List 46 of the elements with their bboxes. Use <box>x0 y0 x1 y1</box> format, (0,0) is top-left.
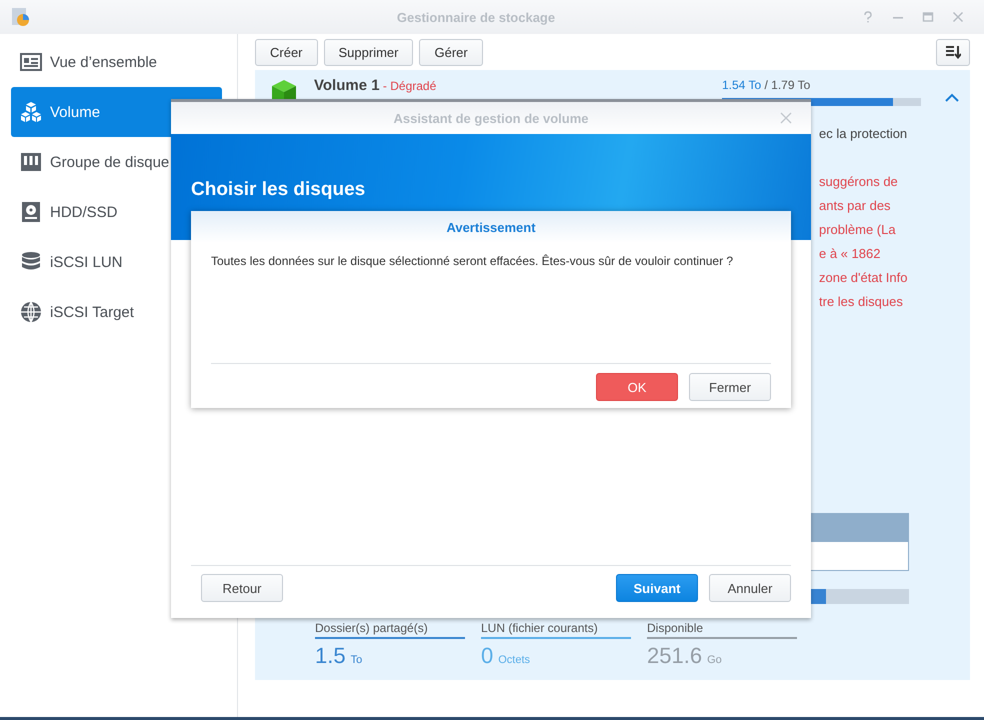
sort-button[interactable] <box>936 38 970 66</box>
sidebar-item[interactable]: Vue d’ensemble <box>11 37 222 87</box>
dialog-title: Assistant de gestion de volume <box>393 110 589 126</box>
sort-icon <box>945 45 961 59</box>
globe-icon <box>20 301 42 323</box>
volume-name: Volume 1 <box>314 77 380 94</box>
dialog-button[interactable]: Annuler <box>709 574 791 602</box>
cubes-icon <box>20 101 42 123</box>
stat-label: Dossier(s) partagé(s) <box>315 621 429 635</box>
volume-status: - Dégradé <box>382 79 436 93</box>
maximize-icon[interactable] <box>922 11 934 23</box>
description-text: problème (La <box>819 221 896 239</box>
dialog-title: Avertissement <box>446 220 536 234</box>
toolbar-button[interactable]: Gérer <box>419 38 483 66</box>
stat-label: LUN (fichier courants) <box>481 621 599 635</box>
close-icon[interactable] <box>952 11 964 23</box>
stat-value: 251.6 <box>647 643 702 668</box>
toolbar-button[interactable]: Supprimer <box>324 38 414 66</box>
overview-icon <box>20 51 42 73</box>
stat-unit: Octets <box>498 654 530 666</box>
description-text: tre les disques <box>819 293 903 311</box>
sidebar-item[interactable]: iSCSI Target <box>11 287 222 337</box>
hard-drive-icon <box>20 201 42 223</box>
stat-label: Disponible <box>647 621 704 635</box>
dialog-button[interactable]: Retour <box>201 574 283 602</box>
window-title: Gestionnaire de stockage <box>396 10 556 24</box>
description-text: suggérons de <box>819 173 898 191</box>
wizard-heading: Choisir les disques <box>191 179 366 201</box>
description-text: e à « 1862 <box>819 245 880 263</box>
description-text: ants par des <box>819 197 891 215</box>
description-text: zone d'état Info <box>819 269 908 287</box>
stat-value: 0 <box>481 643 494 668</box>
used-capacity: 1.54 To <box>722 78 762 92</box>
toolbar-button[interactable]: Créer <box>255 38 318 66</box>
total-capacity: / 1.79 To <box>763 78 810 92</box>
description-text: ec la protection <box>819 125 908 143</box>
close-icon[interactable] <box>780 112 792 124</box>
stat-value: 1.5 <box>315 643 346 668</box>
help-icon[interactable] <box>862 11 874 23</box>
warning-message: Toutes les données sur le disque sélectionné seront effacées. Êtes-vous sûr de vouloir continuer ? <box>211 254 734 268</box>
dialog-button[interactable]: Fermer <box>689 373 771 401</box>
stat-unit: Go <box>707 654 722 666</box>
collapse-icon[interactable] <box>945 93 959 102</box>
app-logo-icon <box>10 7 30 27</box>
stat-unit: To <box>350 654 362 666</box>
disk-group-icon <box>20 151 42 173</box>
